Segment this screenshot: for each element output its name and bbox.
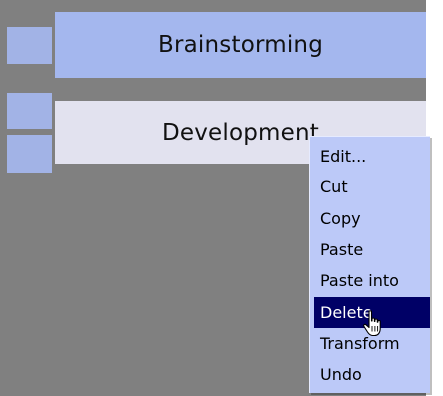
node-handle[interactable] — [7, 27, 52, 64]
node-brainstorming[interactable]: Brainstorming — [55, 12, 426, 78]
hand-pointer-icon — [363, 310, 381, 337]
menu-item-paste-into[interactable]: Paste into — [314, 265, 430, 296]
context-menu: Edit... Cut Copy Paste Paste into Delete… — [309, 136, 430, 393]
node-label: Development — [161, 119, 320, 146]
node-label: Brainstorming — [158, 32, 323, 58]
menu-item-paste[interactable]: Paste — [314, 234, 430, 265]
menu-item-copy[interactable]: Copy — [314, 203, 430, 234]
menu-item-cut[interactable]: Cut — [314, 171, 430, 202]
menu-item-edit[interactable]: Edit... — [314, 141, 430, 172]
app-stage: Brainstorming Development Edit... Cut Co… — [0, 0, 443, 396]
node-handle[interactable] — [7, 93, 52, 129]
node-handle[interactable] — [7, 135, 52, 173]
menu-item-undo[interactable]: Undo — [314, 359, 430, 390]
